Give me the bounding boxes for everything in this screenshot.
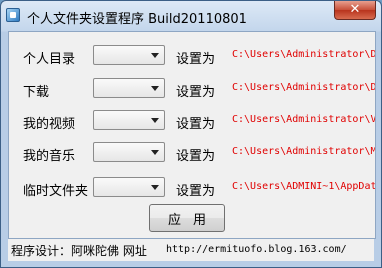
row-label: 我的视频 [23,117,76,132]
app-window: 个人文件夹设置程序 Build20110801 ✕ 个人目录 设置为 C:\Us… [0,0,382,268]
row-my-videos: 我的视频 设置为 C:\Users\Administrator\V [9,110,375,132]
close-button[interactable]: ✕ [334,1,376,20]
row-my-music: 我的音乐 设置为 C:\Users\Administrator\M [9,142,375,164]
current-path: C:\Users\Administrator\V [232,114,376,125]
chevron-down-icon [151,53,159,58]
current-path: C:\Users\ADMINI~1\AppDat [232,181,376,192]
current-path: C:\Users\Administrator\D [232,82,376,93]
temp-folder-dropdown[interactable] [93,177,165,197]
set-as-label: 设置为 [176,184,216,199]
downloads-dropdown[interactable] [93,78,165,98]
row-personal-dir: 个人目录 设置为 C:\Users\Administrator\D [9,45,375,67]
close-icon: ✕ [349,2,361,17]
chevron-down-icon [151,185,159,190]
set-as-label: 设置为 [176,52,216,67]
title-bar[interactable]: 个人文件夹设置程序 Build20110801 ✕ [1,1,381,31]
window-title: 个人文件夹设置程序 Build20110801 [27,12,247,27]
current-path: C:\Users\Administrator\D [232,49,376,60]
chevron-down-icon [151,86,159,91]
status-bar: 程序设计：阿咪陀佛 网址 http://ermituofo.blog.163.c… [8,239,374,261]
settings-panel: 个人目录 设置为 C:\Users\Administrator\D 下载 设置为… [8,31,376,239]
chevron-down-icon [151,118,159,123]
row-temp-folder: 临时文件夹 设置为 C:\Users\ADMINI~1\AppDat [9,177,375,199]
set-as-label: 设置为 [176,85,216,100]
personal-dir-dropdown[interactable] [93,45,165,65]
row-downloads: 下载 设置为 C:\Users\Administrator\D [9,78,375,100]
author-credit: 程序设计：阿咪陀佛 网址 [11,244,147,258]
row-label: 临时文件夹 [23,184,89,199]
row-label: 我的音乐 [23,149,76,164]
app-folder-icon[interactable] [6,8,20,22]
current-path: C:\Users\Administrator\M [232,146,376,157]
apply-button[interactable]: 应用 [149,204,225,232]
chevron-down-icon [151,150,159,155]
row-label: 下载 [23,85,50,100]
set-as-label: 设置为 [176,117,216,132]
row-label: 个人目录 [23,52,76,67]
my-music-dropdown[interactable] [93,142,165,162]
website-link[interactable]: http://ermituofo.blog.163.com/ [166,244,347,255]
set-as-label: 设置为 [176,149,216,164]
my-videos-dropdown[interactable] [93,110,165,130]
